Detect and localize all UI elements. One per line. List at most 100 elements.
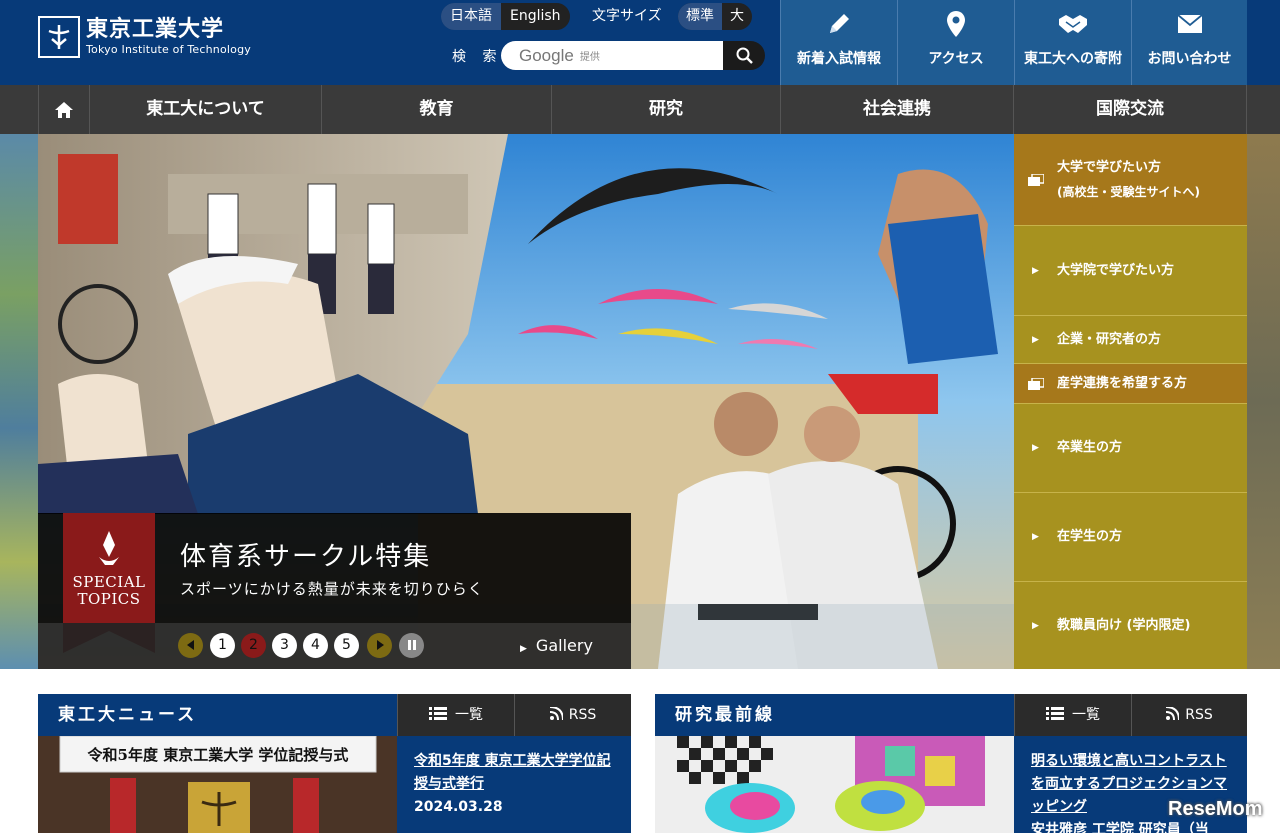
site-header: 東京工業大学 Tokyo Institute of Technology 日本語…	[0, 0, 1280, 85]
research-rss-label: RSS	[1185, 707, 1213, 723]
list-icon	[1046, 707, 1064, 720]
google-brand: Google	[519, 45, 574, 65]
news-rss-button[interactable]: RSS	[514, 694, 631, 736]
slide-dot-1[interactable]: 1	[210, 633, 235, 658]
lang-english[interactable]: English	[501, 3, 570, 30]
audience-label: 企業・研究者の方	[1057, 331, 1162, 347]
quick-link-label: 東工大への寄附	[1024, 51, 1122, 67]
triangle-bullet-icon: ▶	[1032, 532, 1039, 542]
news-date: 2024.03.28	[414, 799, 503, 815]
font-size-label: 文字サイズ	[592, 8, 662, 24]
main-nav: 東工大について 教育 研究 社会連携 国際交流	[0, 85, 1280, 134]
handshake-icon	[1059, 15, 1087, 33]
audience-label: 教職員向け (学内限定)	[1057, 617, 1191, 633]
gallery-link[interactable]: ▶ Gallery	[520, 636, 593, 655]
swallow-emblem-icon	[38, 16, 80, 58]
special-topics-badge: SPECIAL TOPICS	[63, 574, 155, 608]
quick-link-admissions[interactable]: 新着入試情報	[780, 0, 897, 85]
rss-icon	[549, 706, 564, 721]
nav-home[interactable]	[38, 85, 90, 134]
font-size-switch: 標準 大	[678, 3, 752, 30]
hero-title[interactable]: 体育系サークル特集	[180, 536, 431, 573]
quick-link-donation[interactable]: 東工大への寄附	[1014, 0, 1131, 85]
quick-link-access[interactable]: アクセス	[897, 0, 1014, 85]
hero-next-slide-peek	[1247, 134, 1280, 669]
audience-label: 在学生の方	[1057, 529, 1123, 544]
hero-subtitle: スポーツにかける熱量が未来を切りひらく	[180, 580, 484, 598]
logo-english: Tokyo Institute of Technology	[86, 43, 251, 56]
triangle-bullet-icon: ▶	[1032, 334, 1039, 345]
badge-line-1: SPECIAL	[72, 573, 146, 591]
slide-dot-4[interactable]: 4	[303, 633, 328, 658]
nav-item-international[interactable]: 国際交流	[1014, 85, 1247, 134]
audience-item-graduate[interactable]: ▶ 大学院で学びたい方	[1014, 226, 1247, 316]
triangle-bullet-icon: ▶	[520, 644, 527, 654]
logo-japanese: 東京工業大学	[86, 17, 225, 42]
rss-icon	[1166, 706, 1181, 721]
search-label: 検 索	[452, 49, 503, 65]
research-list-button[interactable]: 一覧	[1014, 694, 1131, 736]
audience-item-industry[interactable]: 産学連携を希望する方	[1014, 364, 1247, 404]
slide-prev-button[interactable]	[178, 633, 203, 658]
pencil-icon	[830, 14, 849, 33]
nav-item-research[interactable]: 研究	[552, 85, 781, 134]
list-icon	[429, 707, 447, 720]
slide-next-button[interactable]	[367, 633, 392, 658]
nav-item-education[interactable]: 教育	[322, 85, 552, 134]
home-icon	[55, 101, 73, 118]
quick-link-label: 新着入試情報	[797, 51, 881, 67]
audience-label: 大学院で学びたい方	[1057, 262, 1175, 278]
audience-label: 大学で学びたい方	[1057, 159, 1162, 175]
news-panel-title: 東工大ニュース	[38, 694, 397, 736]
news-thumbnail-caption: 令和5年度 東京工業大学 学位記授与式	[87, 746, 349, 764]
search-input[interactable]: Google 提供	[501, 41, 723, 70]
triangle-bullet-icon: ▶	[1032, 443, 1039, 453]
slide-pause-button[interactable]	[399, 633, 424, 658]
slide-dot-3[interactable]: 3	[272, 633, 297, 658]
audience-item-undergrad[interactable]: 大学で学びたい方 (高校生・受験生サイトへ)	[1014, 134, 1247, 226]
audience-item-alumni[interactable]: ▶ 卒業生の方	[1014, 404, 1247, 493]
external-window-icon	[1027, 377, 1044, 390]
audience-label: 産学連携を希望する方	[1057, 375, 1188, 391]
audience-item-corporate[interactable]: ▶ 企業・研究者の方	[1014, 316, 1247, 364]
resemom-watermark: ReseMom	[1168, 798, 1263, 820]
triangle-bullet-icon: ▶	[1032, 620, 1039, 631]
lang-japanese[interactable]: 日本語	[441, 3, 501, 30]
quick-link-label: お問い合わせ	[1147, 51, 1232, 67]
news-headline-link[interactable]: 令和5年度 東京工業大学学位記授与式挙行	[414, 750, 615, 796]
triangle-left-icon	[186, 640, 194, 650]
audience-item-staff[interactable]: ▶ 教職員向け (学内限定)	[1014, 582, 1247, 669]
slide-dot-2[interactable]: 2	[241, 633, 266, 658]
research-panel-title: 研究最前線	[655, 694, 1014, 736]
slide-dot-5[interactable]: 5	[334, 633, 359, 658]
audience-menu: 大学で学びたい方 (高校生・受験生サイトへ) ▶ 大学院で学びたい方 ▶ 企業・…	[1014, 134, 1247, 669]
font-size-standard[interactable]: 標準	[678, 3, 722, 30]
font-size-large[interactable]: 大	[722, 3, 752, 30]
quick-link-contact[interactable]: お問い合わせ	[1131, 0, 1247, 85]
quick-link-label: アクセス	[928, 51, 984, 67]
search-icon	[736, 47, 753, 64]
badge-line-2: TOPICS	[77, 590, 141, 608]
news-list-button[interactable]: 一覧	[397, 694, 514, 736]
google-brand-sub: 提供	[579, 52, 600, 63]
research-thumbnail[interactable]	[655, 736, 1014, 833]
audience-item-students[interactable]: ▶ 在学生の方	[1014, 493, 1247, 582]
hero-prev-slide-peek	[0, 134, 38, 669]
site-logo[interactable]: 東京工業大学 Tokyo Institute of Technology	[38, 16, 251, 58]
news-rss-label: RSS	[568, 707, 597, 723]
envelope-icon	[1176, 14, 1203, 33]
audience-sublabel: (高校生・受験生サイトへ)	[1057, 184, 1200, 199]
map-pin-icon	[947, 11, 965, 37]
news-list-label: 一覧	[455, 707, 483, 723]
gallery-label: Gallery	[535, 636, 593, 655]
pause-icon	[407, 640, 416, 650]
research-byline: 安井雅彦 工学院 研究員（当	[1031, 822, 1209, 833]
news-item: 令和5年度 東京工業大学学位記授与式挙行 2024.03.28	[397, 736, 631, 833]
external-window-icon	[1027, 173, 1044, 186]
nav-item-collaboration[interactable]: 社会連携	[781, 85, 1014, 134]
audience-label: 卒業生の方	[1057, 440, 1123, 455]
nav-item-about[interactable]: 東工大について	[90, 85, 322, 134]
search-button[interactable]	[723, 41, 765, 70]
news-thumbnail[interactable]: 令和5年度 東京工業大学 学位記授与式	[38, 736, 397, 833]
research-rss-button[interactable]: RSS	[1131, 694, 1247, 736]
